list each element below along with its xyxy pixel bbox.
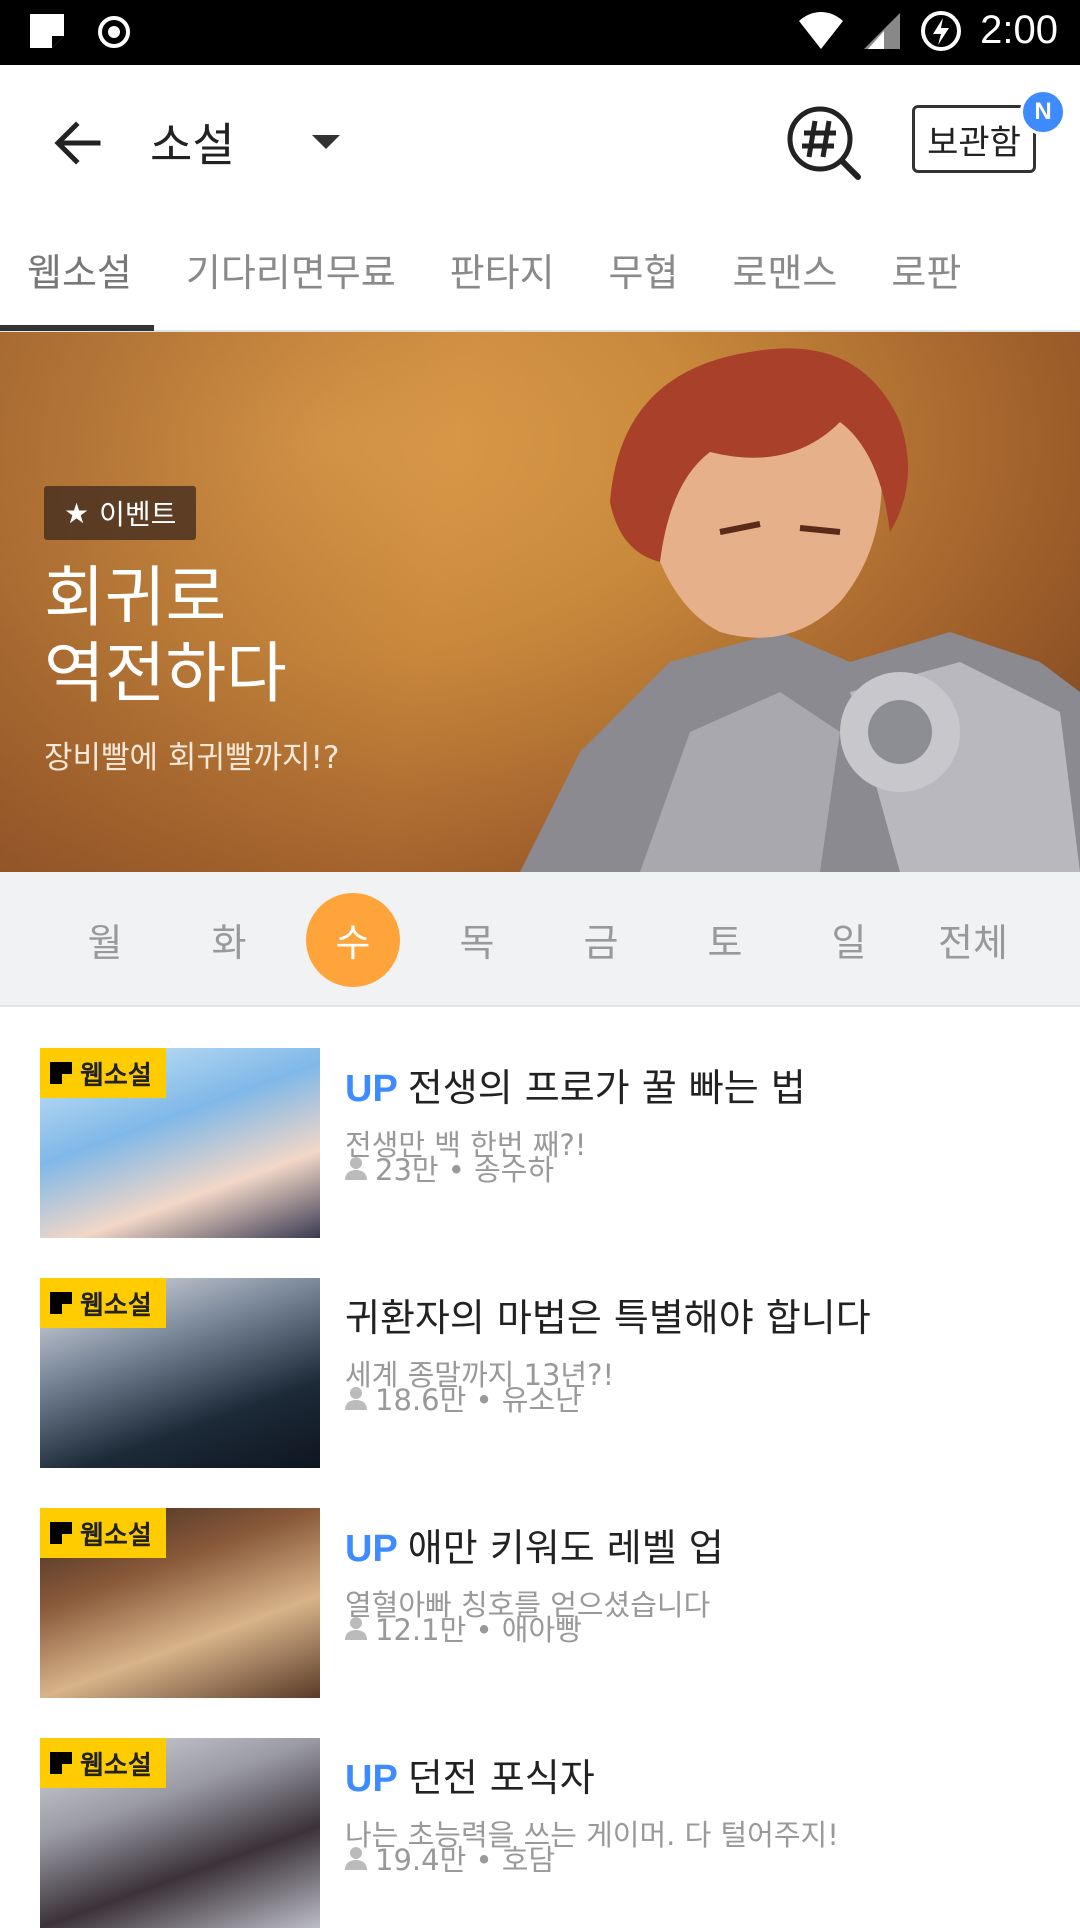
day-sat[interactable]: 토 [675, 872, 775, 1007]
item-title: UP 전생의 프로가 꿀 빠는 법 [345, 1057, 1045, 1112]
web-novel-tag: 웹소설 [40, 1738, 166, 1788]
tag-label: 웹소설 [80, 1750, 152, 1781]
record-icon [98, 16, 130, 48]
tag-label: 웹소설 [80, 1520, 152, 1551]
page-title[interactable]: 소설 [150, 109, 235, 175]
item-meta: 19.4만 • 호담 [345, 1837, 555, 1879]
event-banner[interactable]: ★ 이벤트 회귀로 역전하다 장비빨에 회귀빨까지!? [0, 332, 1080, 872]
day-label: 전체 [938, 921, 1008, 965]
day-selector: 월 화 수 목 금 토 일 전체 [0, 872, 1080, 1007]
list-item[interactable]: 웹소설 귀환자의 마법은 특별해야 합니다 세계 종말까지 13년?! 18.6… [0, 1237, 1080, 1468]
meta-text: 18.6만 • 유소난 [375, 1383, 582, 1417]
day-all[interactable]: 전체 [923, 872, 1023, 1007]
item-title: UP 던전 포식자 [345, 1747, 1045, 1802]
hashtag-search-icon[interactable] [784, 103, 864, 183]
day-label: 목 [459, 921, 495, 965]
item-meta: 12.1만 • 애아빵 [345, 1607, 582, 1649]
day-tue[interactable]: 화 [179, 872, 279, 1007]
day-mon[interactable]: 월 [55, 872, 155, 1007]
day-label: 수 [306, 892, 400, 987]
banner-subtitle: 장비빨에 회귀빨까지!? [44, 740, 340, 776]
person-icon [345, 1847, 367, 1870]
title-text: 애만 키워도 레벨 업 [407, 1526, 724, 1570]
list-item[interactable]: 웹소설 UP 전생의 프로가 꿀 빠는 법 전생만 백 한번 째?! 23만 • … [0, 1007, 1080, 1238]
web-novel-tag: 웹소설 [40, 1048, 166, 1098]
up-badge: UP [345, 1068, 398, 1110]
kakao-page-logo-icon [50, 1522, 72, 1544]
chevron-down-icon[interactable] [312, 135, 340, 149]
status-bar: 2:00 [0, 0, 1080, 65]
meta-text: 23만 • 송수하 [375, 1153, 555, 1187]
day-thu[interactable]: 목 [427, 872, 527, 1007]
kakao-page-logo-icon [50, 1752, 72, 1774]
item-meta: 18.6만 • 유소난 [345, 1377, 582, 1419]
person-icon [345, 1387, 367, 1410]
cover-thumbnail: 웹소설 [40, 1048, 320, 1238]
person-icon [345, 1617, 367, 1640]
up-badge: UP [345, 1528, 398, 1570]
day-label: 금 [583, 921, 619, 965]
title-text: 전생의 프로가 꿀 빠는 법 [407, 1066, 806, 1110]
day-wed[interactable]: 수 [303, 872, 403, 1007]
storage-button[interactable]: 보관함 [912, 105, 1036, 173]
kakao-page-logo-icon [50, 1062, 72, 1084]
day-label: 월 [87, 921, 123, 965]
signal-icon [864, 12, 901, 49]
tab-wait-free[interactable]: 기다리면무료 [159, 215, 423, 331]
day-label: 토 [707, 921, 743, 965]
item-meta: 23만 • 송수하 [345, 1147, 554, 1189]
tab-romance[interactable]: 로맨스 [705, 215, 864, 331]
tab-fantasy[interactable]: 판타지 [423, 215, 582, 331]
day-label: 일 [831, 921, 867, 965]
tab-martial-arts[interactable]: 무협 [582, 215, 706, 331]
meta-text: 12.1만 • 애아빵 [375, 1613, 582, 1647]
cover-thumbnail: 웹소설 [40, 1278, 320, 1468]
notification-note-icon [30, 14, 64, 48]
day-label: 화 [211, 921, 247, 965]
star-icon: ★ [64, 496, 90, 530]
wifi-icon [799, 11, 844, 49]
event-badge: ★ 이벤트 [44, 486, 197, 540]
day-sun[interactable]: 일 [799, 872, 899, 1007]
tab-web-novel[interactable]: 웹소설 [0, 215, 159, 331]
back-arrow-icon[interactable] [48, 113, 108, 173]
event-badge-label: 이벤트 [99, 498, 177, 531]
tag-label: 웹소설 [80, 1290, 152, 1321]
list-item[interactable]: 웹소설 UP 던전 포식자 나는 초능력을 쓰는 게이머. 다 털어주지! 19.… [0, 1697, 1080, 1928]
tag-label: 웹소설 [80, 1060, 152, 1091]
day-fri[interactable]: 금 [551, 872, 651, 1007]
kakao-page-logo-icon [50, 1292, 72, 1314]
person-icon [345, 1157, 367, 1180]
new-badge: N [1020, 89, 1066, 135]
title-text: 던전 포식자 [407, 1756, 595, 1800]
item-title: UP 애만 키워도 레벨 업 [345, 1517, 1045, 1572]
app-bar: 소설 보관함 N [0, 65, 1080, 215]
battery-charging-icon [921, 10, 962, 51]
meta-text: 19.4만 • 호담 [375, 1843, 556, 1877]
category-tabs: 웹소설 기다리면무료 판타지 무협 로맨스 로판 [0, 215, 1080, 331]
cover-thumbnail: 웹소설 [40, 1508, 320, 1698]
banner-title: 회귀로 역전하다 [44, 559, 287, 712]
tab-romance-fantasy[interactable]: 로판 [864, 215, 988, 331]
title-text: 귀환자의 마법은 특별해야 합니다 [345, 1296, 871, 1340]
active-tab-indicator [0, 325, 154, 331]
web-novel-tag: 웹소설 [40, 1278, 166, 1328]
up-badge: UP [345, 1758, 398, 1800]
banner-character-illustration [520, 348, 1080, 872]
web-novel-tag: 웹소설 [40, 1508, 166, 1558]
cover-thumbnail: 웹소설 [40, 1738, 320, 1928]
list-item[interactable]: 웹소설 UP 애만 키워도 레벨 업 열혈아빠 칭호를 얻으셨습니다 12.1만 … [0, 1467, 1080, 1698]
status-time: 2:00 [980, 8, 1058, 52]
item-title: 귀환자의 마법은 특별해야 합니다 [345, 1287, 1045, 1342]
